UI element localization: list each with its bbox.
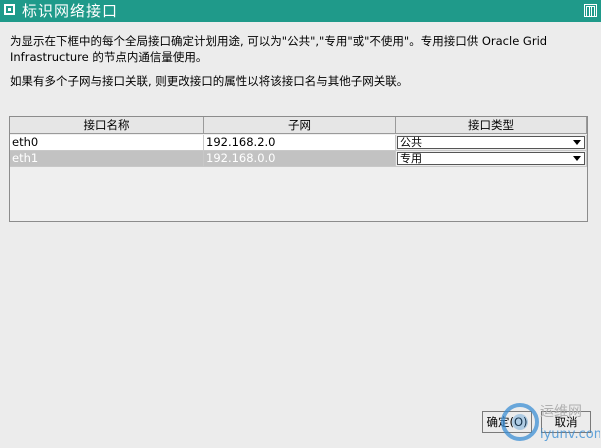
- cancel-button[interactable]: 取消: [541, 411, 591, 433]
- chevron-down-icon[interactable]: [573, 156, 581, 161]
- table-row[interactable]: eth1 192.168.0.0 专用: [10, 151, 587, 167]
- table-row[interactable]: eth0 192.168.2.0 公共: [10, 135, 587, 151]
- interface-type-select[interactable]: 专用: [397, 152, 585, 165]
- interface-table: 接口名称 子网 接口类型 eth0 192.168.2.0 公共 eth1 19…: [9, 116, 588, 222]
- interface-type-select[interactable]: 公共: [397, 136, 585, 149]
- maximize-icon[interactable]: [584, 4, 597, 17]
- ok-button[interactable]: 确定(O): [482, 411, 532, 433]
- table-header: 接口名称 子网 接口类型: [10, 117, 587, 134]
- chevron-down-icon[interactable]: [573, 140, 581, 145]
- window-title: 标识网络接口: [22, 2, 119, 20]
- interface-type-cell: 专用: [396, 151, 587, 167]
- subnet-cell[interactable]: 192.168.0.0: [204, 151, 396, 167]
- interface-type-value: 公共: [400, 136, 422, 149]
- interface-type-cell: 公共: [396, 135, 587, 151]
- interface-type-value: 专用: [400, 152, 422, 165]
- column-header-interface-type[interactable]: 接口类型: [396, 117, 587, 134]
- interface-name-cell[interactable]: eth1: [10, 151, 204, 167]
- window-menu-icon[interactable]: [4, 4, 15, 15]
- description-line-2: Infrastructure 的节点内通信量使用。: [10, 50, 208, 64]
- description-line-3: 如果有多个子网与接口关联, 则更改接口的属性以将该接口名与其他子网关联。: [10, 74, 409, 88]
- subnet-cell[interactable]: 192.168.2.0: [204, 135, 396, 151]
- description-text: 为显示在下框中的每个全局接口确定计划用途, 可以为"公共","专用"或"不使用"…: [10, 33, 590, 65]
- interface-name-cell[interactable]: eth0: [10, 135, 204, 151]
- column-header-interface-name[interactable]: 接口名称: [10, 117, 204, 134]
- description-line-1: 为显示在下框中的每个全局接口确定计划用途, 可以为"公共","专用"或"不使用"…: [10, 34, 548, 48]
- column-header-subnet[interactable]: 子网: [204, 117, 396, 134]
- title-bar: 标识网络接口: [0, 0, 601, 22]
